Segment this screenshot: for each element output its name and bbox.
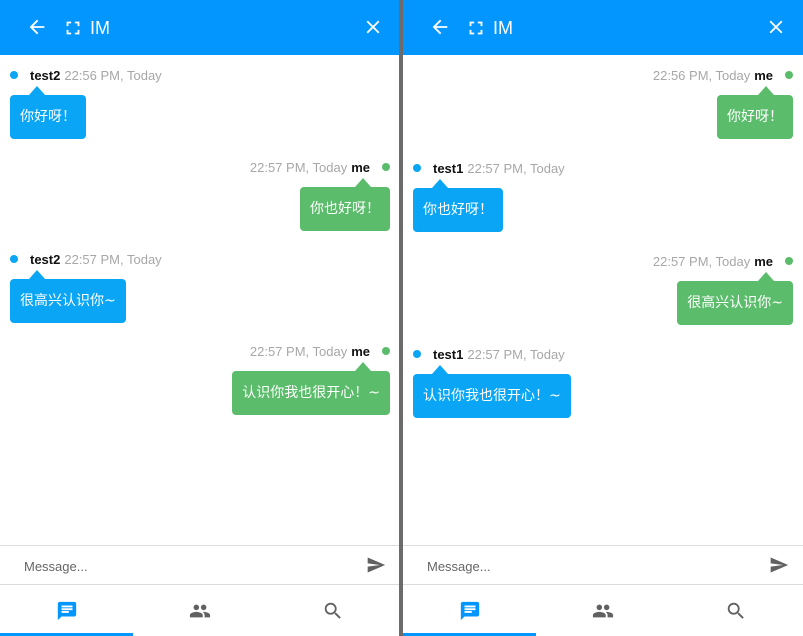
bottom-nav bbox=[0, 585, 400, 636]
send-button[interactable] bbox=[769, 555, 789, 575]
message-time: 22:56 PM, Today bbox=[652, 68, 751, 83]
message-bubble: 认识你我也很开心！~ bbox=[232, 362, 390, 415]
message-bubble: 你也好呀！ bbox=[300, 178, 390, 231]
chat-icon bbox=[460, 601, 480, 621]
status-dot bbox=[785, 257, 793, 265]
status-dot bbox=[10, 71, 18, 79]
message-meta: 22:57 PM, Today me bbox=[653, 252, 793, 272]
chat-panel-left: IM test2 22:56 PM, Today 你好呀！ 22:57 PM, T… bbox=[0, 0, 400, 636]
message-bubble: 认识你我也很开心！~ bbox=[413, 365, 571, 418]
dual-chat-window: IM test2 22:56 PM, Today 你好呀！ 22:57 PM, T… bbox=[0, 0, 803, 636]
status-dot bbox=[413, 164, 421, 172]
message-meta: 22:56 PM, Today me bbox=[653, 66, 793, 86]
close-icon bbox=[366, 20, 380, 34]
message-meta: 22:57 PM, Today me bbox=[250, 342, 390, 362]
chat-title: IM bbox=[90, 18, 110, 38]
people-icon bbox=[592, 604, 614, 618]
nav-tab-contacts[interactable] bbox=[133, 585, 266, 636]
message-list: 22:56 PM, Today me 你好呀！ test1 22:57 PM, To… bbox=[403, 55, 803, 545]
chat-panel-right: IM 22:56 PM, Today me 你好呀！ test1 22:57 PM,… bbox=[403, 0, 803, 636]
sender-name: test1 bbox=[433, 347, 464, 362]
fullscreen-icon bbox=[469, 21, 483, 35]
status-dot bbox=[10, 255, 18, 263]
chat-icon bbox=[57, 601, 77, 621]
nav-tab-search[interactable] bbox=[266, 585, 399, 636]
search-icon bbox=[727, 602, 744, 619]
status-dot bbox=[382, 163, 390, 171]
message-composer bbox=[403, 545, 803, 585]
message-list: test2 22:56 PM, Today 你好呀！ 22:57 PM, Toda… bbox=[0, 55, 400, 545]
sender-name: test2 bbox=[30, 68, 61, 83]
nav-tab-chat[interactable] bbox=[0, 585, 133, 636]
chat-header: IM bbox=[403, 0, 803, 55]
message-composer bbox=[0, 545, 400, 585]
status-dot bbox=[413, 350, 421, 358]
nav-tab-contacts[interactable] bbox=[536, 585, 669, 636]
message-meta: test1 22:57 PM, Today bbox=[413, 345, 565, 365]
message-time: 22:57 PM, Today bbox=[467, 161, 565, 176]
message-meta: 22:57 PM, Today me bbox=[250, 158, 390, 178]
message-meta: test2 22:57 PM, Today bbox=[10, 250, 162, 270]
back-button[interactable] bbox=[429, 16, 451, 38]
message-time: 22:57 PM, Today bbox=[467, 347, 565, 362]
sender-name: me bbox=[754, 254, 773, 269]
message-bubble: 你好呀！ bbox=[717, 86, 793, 139]
status-dot bbox=[785, 71, 793, 79]
sender-name: test1 bbox=[433, 161, 464, 176]
back-button[interactable] bbox=[26, 16, 48, 38]
sender-name: me bbox=[351, 344, 370, 359]
nav-tab-search[interactable] bbox=[669, 585, 802, 636]
message-input[interactable] bbox=[419, 553, 749, 579]
arrow-left-icon bbox=[432, 19, 448, 35]
sender-name: test2 bbox=[30, 252, 61, 267]
message-meta: test1 22:57 PM, Today bbox=[413, 159, 565, 179]
search-icon bbox=[324, 602, 341, 619]
message-input[interactable] bbox=[16, 553, 346, 579]
bottom-nav bbox=[403, 585, 803, 636]
status-dot bbox=[382, 347, 390, 355]
fullscreen-button[interactable] bbox=[465, 17, 487, 39]
fullscreen-icon bbox=[66, 21, 80, 35]
message-meta: test2 22:56 PM, Today bbox=[10, 66, 162, 86]
message-bubble: 很高兴认识你~ bbox=[10, 270, 126, 323]
message-time: 22:57 PM, Today bbox=[249, 344, 348, 359]
close-icon bbox=[769, 20, 783, 34]
send-button[interactable] bbox=[366, 555, 386, 575]
chat-header: IM bbox=[0, 0, 400, 55]
sender-name: me bbox=[351, 160, 370, 175]
message-time: 22:56 PM, Today bbox=[64, 68, 162, 83]
arrow-left-icon bbox=[29, 19, 45, 35]
message-time: 22:57 PM, Today bbox=[249, 160, 348, 175]
send-icon bbox=[770, 557, 789, 573]
message-bubble: 你也好呀！ bbox=[413, 179, 503, 232]
message-bubble: 你好呀！ bbox=[10, 86, 86, 139]
message-bubble: 很高兴认识你~ bbox=[677, 272, 793, 325]
send-icon bbox=[367, 557, 386, 573]
message-time: 22:57 PM, Today bbox=[652, 254, 751, 269]
people-icon bbox=[189, 604, 211, 618]
message-time: 22:57 PM, Today bbox=[64, 252, 162, 267]
close-button[interactable] bbox=[362, 16, 384, 38]
chat-title: IM bbox=[493, 18, 513, 38]
nav-tab-chat[interactable] bbox=[403, 585, 536, 636]
close-button[interactable] bbox=[765, 16, 787, 38]
sender-name: me bbox=[754, 68, 773, 83]
fullscreen-button[interactable] bbox=[62, 17, 84, 39]
